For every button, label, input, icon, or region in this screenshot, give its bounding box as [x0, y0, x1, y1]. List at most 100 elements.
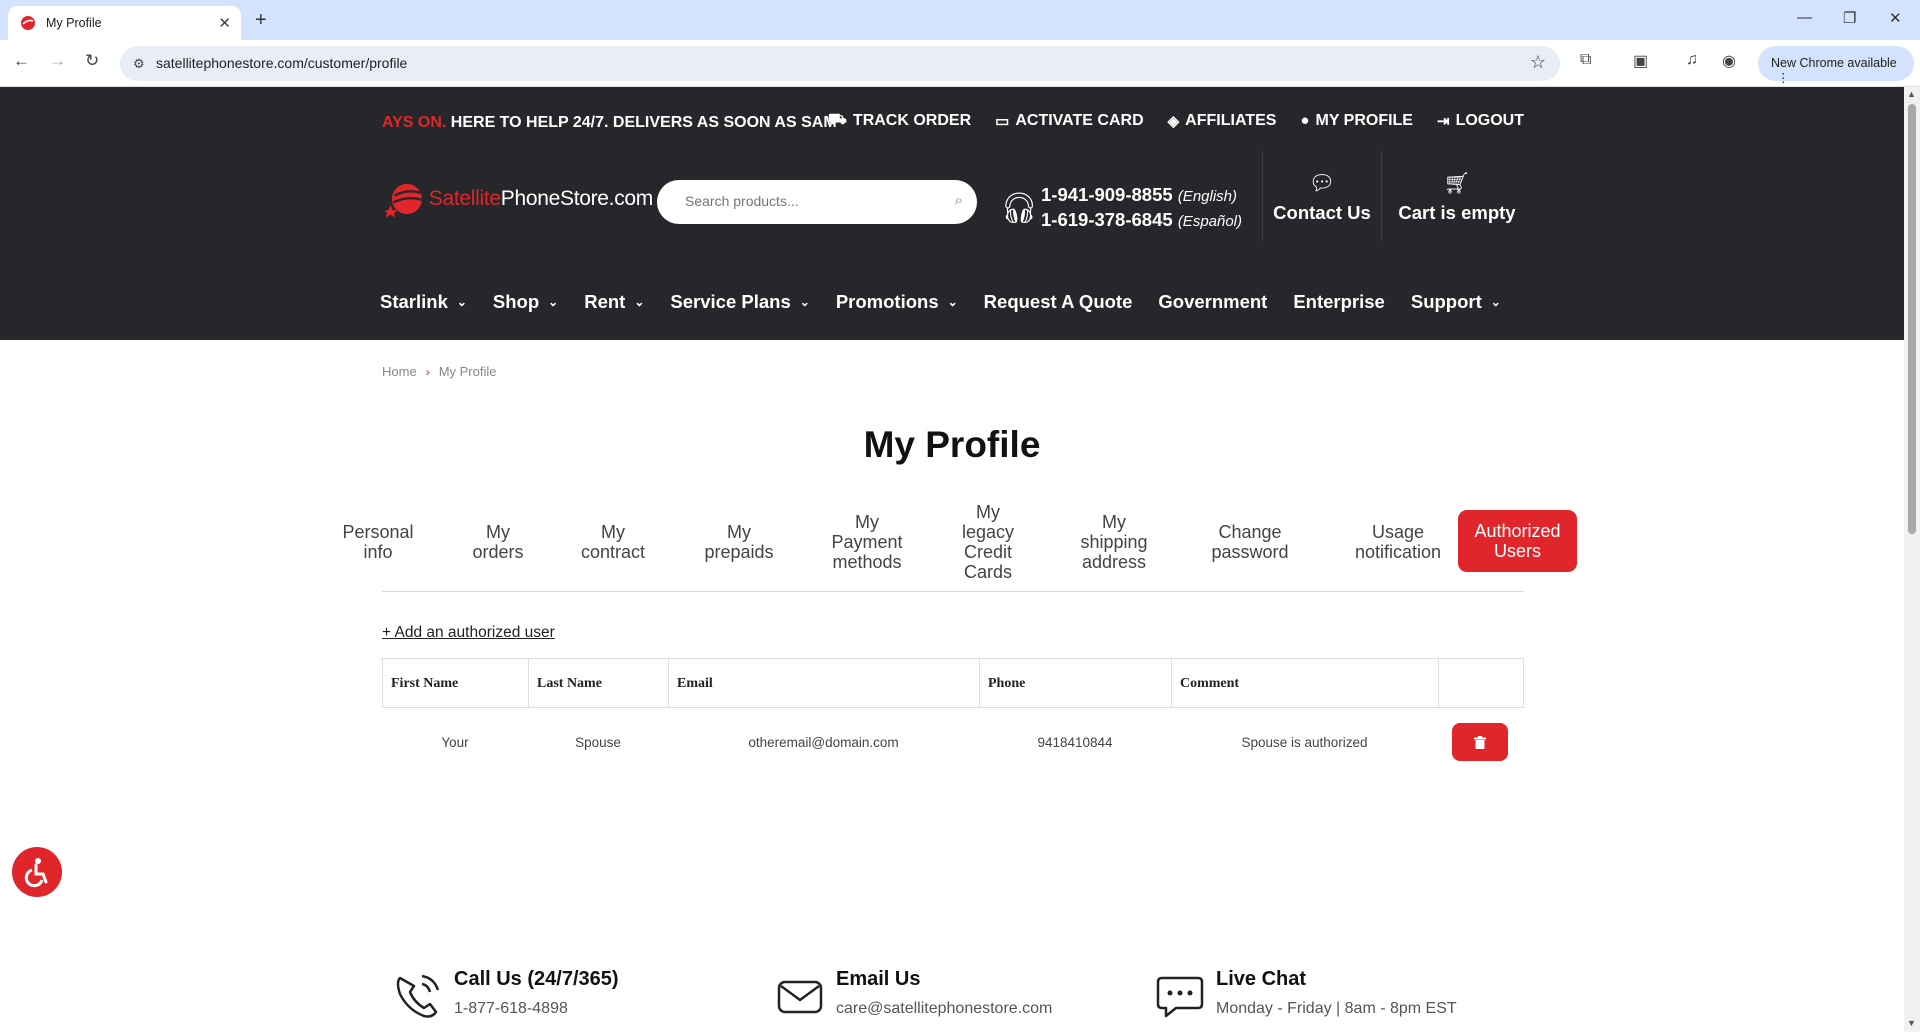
cell-first-name: Your [441, 734, 469, 750]
nav-request-a-quote[interactable]: Request A Quote [984, 291, 1133, 313]
contact-us-button[interactable]: 💬︎ Contact Us [1272, 171, 1372, 224]
browser-toolbar: ← → ↻ ⚙ satellitephonestore.com/customer… [0, 40, 1920, 87]
tab-label: My contract [580, 522, 646, 562]
live-chat-block[interactable]: Live Chat Monday - Friday | 8am - 8pm ES… [1152, 968, 1457, 1024]
cart-button[interactable]: 🛒︎ Cart is empty [1392, 171, 1522, 224]
site-info-icon[interactable]: ⚙ [133, 56, 145, 72]
new-chrome-label: New Chrome available [1771, 56, 1897, 70]
tab-my-payment-methods[interactable]: My Payment methods [808, 502, 926, 582]
nav-label: Rent [584, 291, 626, 312]
back-icon[interactable]: ← [13, 51, 30, 71]
nav-enterprise[interactable]: Enterprise [1293, 291, 1385, 313]
tab-my-contract[interactable]: My contract [557, 502, 669, 582]
nav-label: Promotions [835, 291, 939, 312]
profile-icon[interactable]: ◉ [1722, 51, 1736, 71]
tab-personal-info[interactable]: Personal info [322, 502, 434, 582]
table-row: Your Spouse otheremail@domain.com 941841… [382, 708, 1524, 776]
reload-icon[interactable]: ↻ [85, 51, 99, 71]
tab-change-password[interactable]: Change password [1190, 502, 1310, 582]
search-input[interactable] [685, 193, 935, 209]
forward-icon[interactable]: → [49, 51, 66, 71]
tab-label: My orders [472, 522, 524, 562]
delete-user-button[interactable] [1452, 723, 1508, 761]
call-us-block[interactable]: Call Us (24/7/365) 1-877-618-4898 [390, 968, 619, 1024]
breadcrumb: Home › My Profile [382, 364, 496, 379]
authorized-users-table: First Name Last Name Email Phone Comment… [382, 658, 1524, 776]
nav-label: Support [1410, 291, 1482, 312]
scroll-down-icon[interactable]: ▼ [1907, 1018, 1916, 1028]
phone-spanish-lang: (Español) [1177, 213, 1243, 230]
new-tab-icon[interactable]: + [255, 9, 267, 32]
logout-link[interactable]: ⇥ LOGOUT [1437, 111, 1524, 130]
extensions-icon[interactable]: ⧉ [1580, 51, 1591, 69]
add-authorized-user-link[interactable]: + Add an authorized user [382, 624, 555, 642]
logout-icon: ⇥ [1436, 112, 1450, 130]
scrollbar-thumb[interactable] [1908, 104, 1916, 534]
breadcrumb-home[interactable]: Home [382, 364, 417, 379]
logo-text-white: PhoneStore.com [500, 187, 654, 210]
close-window-icon[interactable]: ✕ [1889, 9, 1902, 27]
phone-spanish[interactable]: 1-619-378-6845 (Español) [1041, 208, 1242, 233]
tab-usage-notification[interactable]: Usage notification [1318, 502, 1478, 582]
headset-icon: 🎧︎ [1000, 192, 1039, 225]
email-us-block[interactable]: Email Us care@satellitephonestore.com [772, 968, 1052, 1024]
media-icon[interactable]: ♫ [1686, 51, 1698, 69]
table-header: First Name Last Name Email Phone Comment [382, 658, 1524, 708]
tab-my-prepaids[interactable]: My prepaids [680, 502, 798, 582]
nav-support[interactable]: Support ⌄ [1411, 291, 1501, 313]
close-tab-icon[interactable]: ✕ [218, 14, 231, 32]
track-order-link[interactable]: ⛟ TRACK ORDER [828, 111, 971, 130]
phone-icon [396, 974, 440, 1018]
minimize-icon[interactable]: — [1797, 9, 1812, 26]
nav-service-plans[interactable]: Service Plans ⌄ [670, 291, 809, 313]
phone-english[interactable]: 1-941-909-8855 (English) [1041, 183, 1242, 208]
phone-english-lang: (English) [1177, 188, 1237, 205]
new-chrome-available-button[interactable]: New Chrome available ⋮ [1758, 46, 1914, 85]
phone-spanish-number: 1-619-378-6845 [1041, 209, 1173, 230]
tab-label: Personal info [342, 522, 414, 562]
nav-government[interactable]: Government [1158, 291, 1267, 313]
browser-tab[interactable]: My Profile ✕ [8, 6, 241, 40]
my-profile-link[interactable]: ● MY PROFILE [1300, 111, 1413, 130]
url-text: satellitephonestore.com/customer/profile [156, 55, 408, 71]
nav-promotions[interactable]: Promotions ⌄ [836, 291, 958, 313]
tab-label: My Payment methods [831, 512, 903, 572]
cell-email: otheremail@domain.com [748, 734, 899, 750]
nav-label: Request A Quote [983, 291, 1133, 312]
nav-starlink[interactable]: Starlink ⌄ [380, 291, 467, 313]
browser-tabbar: My Profile ✕ + — ❐ ✕ [0, 0, 1920, 40]
logout-label: LOGOUT [1455, 111, 1524, 129]
restore-icon[interactable]: ❐ [1843, 9, 1856, 27]
chrome-menu-icon: ⋮ [1777, 71, 1790, 85]
call-us-number: 1-877-618-4898 [454, 1000, 568, 1017]
profile-tabs: Personal info My orders My contract My p… [322, 502, 1592, 582]
nav-rent[interactable]: Rent ⌄ [584, 291, 644, 313]
chat-bubble-icon: 💬︎ [1308, 172, 1336, 195]
my-profile-label: MY PROFILE [1315, 111, 1413, 129]
tab-title: My Profile [46, 16, 102, 30]
tab-label: My shipping address [1080, 512, 1148, 572]
nav-shop[interactable]: Shop ⌄ [493, 291, 558, 313]
site-logo[interactable]: SatellitePhoneStore.com [385, 171, 653, 227]
announcement-marquee: AYS ON. HERE TO HELP 24/7. DELIVERS AS S… [382, 114, 837, 132]
col-last-name: Last Name [529, 659, 669, 707]
footer-contacts: Call Us (24/7/365) 1-877-618-4898 Email … [382, 968, 1524, 1032]
tab-search-icon[interactable]: ▣ [1633, 51, 1648, 71]
affiliates-link[interactable]: ◈ AFFILIATES [1168, 111, 1277, 130]
accessibility-button[interactable] [12, 847, 62, 897]
address-bar[interactable]: ⚙ satellitephonestore.com/customer/profi… [120, 46, 1560, 81]
nav-label: Shop [492, 291, 540, 312]
live-chat-title: Live Chat [1216, 968, 1307, 990]
chevron-down-icon: ⌄ [456, 295, 467, 309]
tab-authorized-users[interactable]: Authorized Users [1458, 510, 1577, 572]
breadcrumb-current: My Profile [438, 364, 497, 379]
tab-my-shipping-address[interactable]: My shipping address [1044, 502, 1184, 582]
tab-my-orders[interactable]: My orders [442, 502, 554, 582]
tab-my-legacy-credit-cards[interactable]: My legacy Credit Cards [934, 502, 1042, 582]
search-icon[interactable]: ⌕ [955, 192, 963, 209]
scroll-up-icon[interactable]: ▲ [1907, 89, 1916, 99]
activate-card-link[interactable]: ▭ ACTIVATE CARD [995, 111, 1143, 130]
bookmark-star-icon[interactable]: ☆ [1530, 52, 1546, 73]
nav-label: Government [1158, 291, 1268, 312]
page-scrollbar[interactable]: ▲ ▼ [1904, 87, 1920, 1032]
